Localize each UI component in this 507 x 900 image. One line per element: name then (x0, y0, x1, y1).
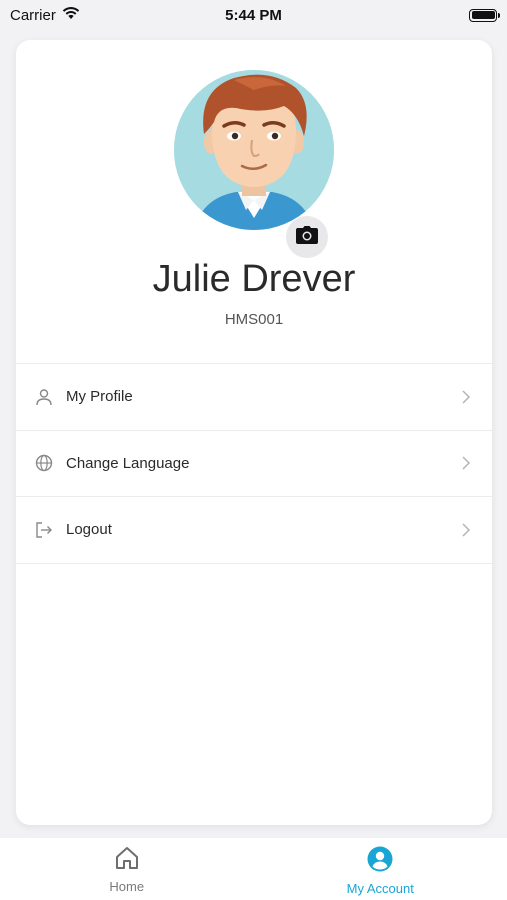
tab-home[interactable]: Home (0, 838, 254, 900)
account-menu: My Profile Change Language Logout (16, 363, 492, 564)
chevron-right-icon (460, 389, 472, 405)
menu-item-logout[interactable]: Logout (16, 497, 492, 564)
tab-label: My Account (346, 881, 414, 896)
tab-my-account[interactable]: My Account (254, 838, 507, 900)
profile-card: Julie Drever HMS001 My Profile Change La… (16, 40, 492, 825)
status-bar: Carrier 5:44 PM (0, 0, 507, 30)
status-left: Carrier (10, 6, 80, 24)
camera-icon (296, 225, 318, 249)
tab-label: Home (109, 879, 145, 894)
user-name: Julie Drever (152, 258, 356, 300)
wifi-icon (62, 6, 80, 24)
globe-icon (34, 453, 54, 473)
tab-bar: Home My Account (0, 838, 507, 900)
chevron-right-icon (460, 522, 472, 538)
menu-item-label: My Profile (66, 388, 133, 406)
chevron-right-icon (460, 455, 472, 471)
logout-icon (34, 520, 54, 540)
camera-button[interactable] (286, 216, 328, 258)
menu-item-label: Change Language (66, 454, 190, 472)
home-icon (114, 846, 140, 875)
battery-fill (471, 11, 495, 19)
menu-item-label: Logout (66, 521, 112, 539)
battery-icon (469, 8, 500, 22)
carrier-label: Carrier (10, 6, 56, 24)
menu-item-my-profile[interactable]: My Profile (16, 364, 492, 431)
user-id: HMS001 (224, 311, 284, 328)
account-icon (367, 846, 393, 877)
screen: Carrier 5:44 PM Julie Drever HMS001 My P… (0, 0, 507, 900)
avatar[interactable] (174, 70, 334, 230)
person-icon (34, 387, 54, 407)
avatar-container (174, 70, 334, 258)
menu-item-change-language[interactable]: Change Language (16, 431, 492, 497)
